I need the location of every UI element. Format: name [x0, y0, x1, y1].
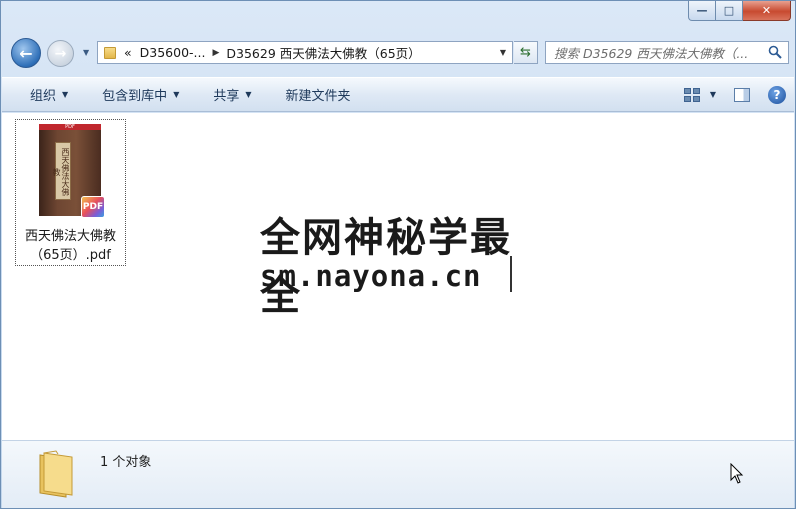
forward-button[interactable]: → [47, 40, 74, 67]
caption-buttons: — □ ✕ [688, 1, 791, 21]
view-controls: ▼ ? [683, 78, 786, 111]
chevron-down-icon: ▼ [173, 90, 180, 99]
chevron-down-icon: ▼ [245, 90, 252, 99]
view-grid-icon [683, 87, 700, 102]
address-dropdown-button[interactable]: ▼ [494, 42, 512, 63]
search-icon[interactable] [768, 45, 782, 59]
organize-label: 组织 [30, 89, 57, 104]
help-icon[interactable]: ? [768, 85, 786, 104]
breadcrumb-item-parent[interactable]: D35600-... [140, 45, 206, 60]
change-view-button[interactable]: ▼ [683, 87, 716, 102]
new-folder-label: 新建文件夹 [285, 89, 351, 104]
chevron-down-icon: ▼ [499, 48, 507, 57]
folder-icon [39, 450, 73, 498]
chevron-down-icon: ▼ [709, 90, 716, 99]
watermark-image: 全网神秘学最全 sm.nayona.cn [252, 199, 551, 319]
text-cursor [510, 256, 512, 292]
pdf-icon: PDF [81, 196, 105, 218]
include-in-library-label: 包含到库中 [102, 89, 168, 104]
refresh-button[interactable]: ⇆ [514, 41, 538, 64]
file-name-line1: 西天佛法大佛教 [24, 229, 116, 244]
minimize-button[interactable]: — [688, 1, 716, 21]
arrow-left-icon: ← [19, 43, 33, 63]
share-label: 共享 [213, 89, 240, 104]
arrow-right-icon: → [54, 45, 67, 62]
file-list-area[interactable]: PDF 西天佛法大佛教 PDF 西天佛法大佛教 （65页）.pdf 全网神秘学最… [2, 113, 794, 440]
details-pane: 1 个对象 [2, 440, 794, 508]
mouse-pointer-icon [730, 463, 744, 484]
file-name-line2: （65页）.pdf [30, 248, 111, 263]
folder-icon [104, 46, 116, 59]
thumbnail-book-title: 西天佛法大佛教 [52, 142, 71, 200]
search-box[interactable]: 搜索 D35629 西天佛法大佛教（... [545, 41, 789, 64]
file-name: 西天佛法大佛教 （65页）.pdf [16, 227, 125, 265]
command-bar: 组织 ▼ 包含到库中 ▼ 共享 ▼ 新建文件夹 ▼ ? [2, 77, 794, 112]
chevron-down-icon: ▼ [62, 90, 69, 99]
item-count: 1 个对象 [100, 455, 152, 470]
thumbnail-pdf-label: PDF [65, 124, 75, 130]
explorer-window: — □ ✕ ← → ▼ « D35600-... ▶ D35629 西天佛法大佛… [0, 0, 796, 509]
navigation-row: ← → ▼ « D35600-... ▶ D35629 西天佛法大佛教（65页）… [11, 37, 791, 69]
search-input[interactable]: 搜索 D35629 西天佛法大佛教（... [554, 43, 748, 62]
breadcrumb-item-current[interactable]: D35629 西天佛法大佛教（65页） [226, 43, 420, 62]
new-folder-button[interactable]: 新建文件夹 [266, 78, 365, 111]
close-button[interactable]: ✕ [743, 1, 791, 21]
maximize-button[interactable]: □ [716, 1, 743, 21]
address-bar[interactable]: « D35600-... ▶ D35629 西天佛法大佛教（65页） ▼ [97, 41, 513, 64]
file-item[interactable]: PDF 西天佛法大佛教 PDF 西天佛法大佛教 （65页）.pdf [15, 119, 126, 266]
back-button[interactable]: ← [11, 38, 41, 68]
refresh-icon: ⇆ [520, 45, 531, 60]
share-button[interactable]: 共享 ▼ [193, 78, 265, 111]
include-in-library-button[interactable]: 包含到库中 ▼ [82, 78, 193, 111]
watermark-line2: sm.nayona.cn [260, 259, 482, 293]
address-overflow-chevron[interactable]: « [124, 45, 132, 60]
preview-pane-icon[interactable] [734, 87, 750, 102]
organize-button[interactable]: 组织 ▼ [2, 78, 82, 111]
recent-pages-button[interactable]: ▼ [83, 48, 89, 57]
breadcrumb-separator-icon[interactable]: ▶ [212, 48, 219, 58]
